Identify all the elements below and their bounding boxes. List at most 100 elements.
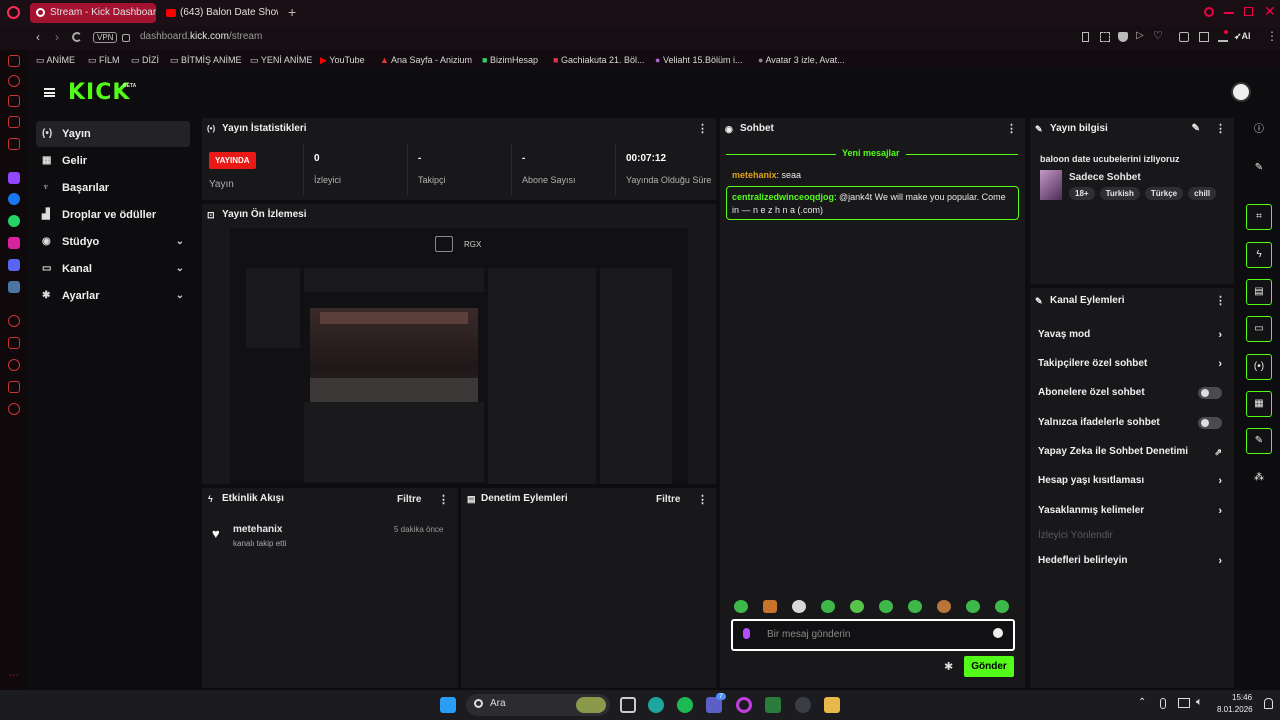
vk-icon[interactable] <box>8 281 20 293</box>
action-set-goals[interactable]: Hedefleri belirleyin › <box>1038 549 1226 573</box>
ai-button[interactable]: ➶AI <box>1234 31 1251 42</box>
menu-dots-icon[interactable]: ⋮ <box>1266 29 1278 43</box>
tag-chip[interactable]: 18+ <box>1069 187 1095 200</box>
maximize-icon[interactable] <box>1244 7 1253 16</box>
wallet-icon[interactable] <box>8 55 20 67</box>
aria-icon[interactable] <box>8 75 20 87</box>
broadcast-icon[interactable]: (•) <box>1246 354 1272 380</box>
chat-settings-icon[interactable]: ✱ <box>944 660 953 673</box>
tray-chevron-icon[interactable]: ⌃ <box>1138 697 1146 708</box>
address-bar[interactable]: dashboard.kick.com/stream <box>140 31 262 42</box>
document-icon[interactable]: ▤ <box>1246 279 1272 305</box>
box-icon[interactable] <box>8 381 20 393</box>
bookmark-item[interactable]: ● Avatar 3 izle, Avat... <box>758 50 845 70</box>
opera-logo-icon[interactable] <box>7 6 20 19</box>
action-banned-words[interactable]: Yasaklanmış kelimeler › <box>1038 499 1226 523</box>
emote-icon[interactable] <box>908 600 922 613</box>
bookmark-item[interactable]: ■ Gachiakuta 21. Böl... <box>553 50 645 70</box>
scan-icon[interactable]: ⌗ <box>1246 204 1272 230</box>
windows-start-icon[interactable] <box>440 697 456 713</box>
bookmark-item[interactable]: ▭ ANİME <box>36 50 75 70</box>
apps-icon[interactable]: ⁂ <box>1246 466 1272 492</box>
sidebar-item-gelir[interactable]: ▦ Gelir <box>36 148 190 174</box>
heart-icon[interactable]: ♡ <box>1153 29 1163 42</box>
kick-logo[interactable]: KICK <box>68 80 130 105</box>
sidebar-item-studyo[interactable]: ◉ Stüdyo ⌄ <box>36 229 190 255</box>
lightning-icon[interactable]: ϟ <box>1246 242 1272 268</box>
filter-button[interactable]: Filtre <box>656 494 680 505</box>
bookmark-item[interactable]: ▶ YouTube <box>320 50 365 70</box>
minimize-icon[interactable] <box>1224 12 1234 14</box>
chat-input-box[interactable]: Bir mesaj gönderin <box>731 619 1015 651</box>
emote-icon[interactable] <box>850 600 864 613</box>
chat-username[interactable]: metehanix <box>732 170 777 180</box>
bookmark-item[interactable]: ■ BizimHesap <box>482 50 538 70</box>
notifications-icon[interactable] <box>1264 698 1273 709</box>
send-button[interactable]: Gönder <box>964 656 1014 677</box>
close-icon[interactable]: ✕ <box>1264 3 1276 20</box>
preview-video[interactable]: RGX <box>230 228 688 484</box>
volume-icon[interactable]: 🔈︎ <box>1196 696 1203 709</box>
new-tab-button[interactable]: + <box>288 4 296 20</box>
crypto-icon[interactable] <box>8 95 20 107</box>
network-icon[interactable] <box>1178 698 1190 708</box>
emote-icon[interactable] <box>879 600 893 613</box>
shield-icon[interactable] <box>1118 32 1128 42</box>
emote-icon[interactable] <box>734 600 748 613</box>
action-ai-moderation[interactable]: Yapay Zeka ile Sohbet Denetimi ⇗ <box>1038 440 1226 464</box>
category-name[interactable]: Sadece Sohbet <box>1069 172 1141 183</box>
bookmark-item[interactable]: ● Veliaht 15.Bölüm i... <box>655 50 743 70</box>
sidebar-item-kanal[interactable]: ▭ Kanal ⌄ <box>36 256 190 282</box>
event-user[interactable]: metehanix <box>233 524 282 535</box>
info-icon[interactable]: ⓘ <box>1246 118 1272 144</box>
edit-icon[interactable]: ✎ <box>1192 118 1200 140</box>
forward-icon[interactable]: › <box>55 30 59 44</box>
emote-icon[interactable] <box>995 600 1009 613</box>
chat-username[interactable]: centralizedwinceoqdjog <box>732 192 834 202</box>
messenger-icon[interactable] <box>8 193 20 205</box>
steam-icon[interactable] <box>795 697 811 713</box>
taskbar-search[interactable]: Ara <box>466 694 610 716</box>
kebab-menu-icon[interactable]: ⋮ <box>1215 118 1226 140</box>
emote-icon[interactable] <box>792 600 806 613</box>
file-explorer-icon[interactable] <box>824 697 840 713</box>
tag-chip[interactable]: Turkish <box>1099 187 1140 200</box>
chart-app-icon[interactable] <box>765 697 781 713</box>
spotify-icon[interactable] <box>677 697 693 713</box>
kebab-menu-icon[interactable]: ⋮ <box>697 118 708 140</box>
search-icon[interactable] <box>1204 7 1214 17</box>
send-icon[interactable] <box>8 337 20 349</box>
bookmark-item[interactable]: ▭ BİTMİŞ ANİME <box>170 50 242 70</box>
layout-icon[interactable]: ▦ <box>1246 391 1272 417</box>
kebab-menu-icon[interactable]: ⋮ <box>1215 290 1226 312</box>
twitch-icon[interactable] <box>8 172 20 184</box>
tag-chip[interactable]: chill <box>1188 187 1217 200</box>
kebab-menu-icon[interactable]: ⋮ <box>438 493 449 506</box>
filter-button[interactable]: Filtre <box>397 494 421 505</box>
microphone-icon[interactable] <box>743 628 750 639</box>
clock-time[interactable]: 15:46 <box>1232 693 1252 702</box>
snapshot-icon[interactable] <box>1100 32 1110 42</box>
sidebar-item-droplar[interactable]: ▟ Droplar ve ödüller <box>36 202 190 228</box>
discord-icon[interactable] <box>8 259 20 271</box>
back-icon[interactable]: ‹ <box>36 30 40 44</box>
pin-icon[interactable] <box>1082 32 1089 42</box>
edge-icon[interactable] <box>648 697 664 713</box>
kebab-menu-icon[interactable]: ⋮ <box>1006 118 1017 140</box>
browser-tab-active[interactable]: Stream - Kick Dashboard <box>30 3 156 23</box>
emotes-only-toggle[interactable] <box>1198 417 1222 429</box>
play-icon[interactable]: ▷ <box>1136 30 1144 41</box>
play-circle-icon[interactable] <box>8 315 20 327</box>
share-icon[interactable] <box>1199 32 1209 42</box>
wrench-icon[interactable]: ✎ <box>1246 428 1272 454</box>
music-icon[interactable] <box>8 116 20 128</box>
emote-icon[interactable] <box>966 600 980 613</box>
action-slow-mode[interactable]: Yavaş mod › <box>1038 323 1226 347</box>
whatsapp-icon[interactable] <box>8 215 20 227</box>
bookmark-item[interactable]: ▭ DİZİ <box>131 50 159 70</box>
bookmark-item[interactable]: ▭ FİLM <box>88 50 120 70</box>
task-view-icon[interactable] <box>620 697 636 713</box>
vpn-badge[interactable]: VPN <box>93 32 118 43</box>
history-icon[interactable] <box>8 359 20 371</box>
bookmark-item[interactable]: ▲ Ana Sayfa - Anizium <box>380 50 472 70</box>
